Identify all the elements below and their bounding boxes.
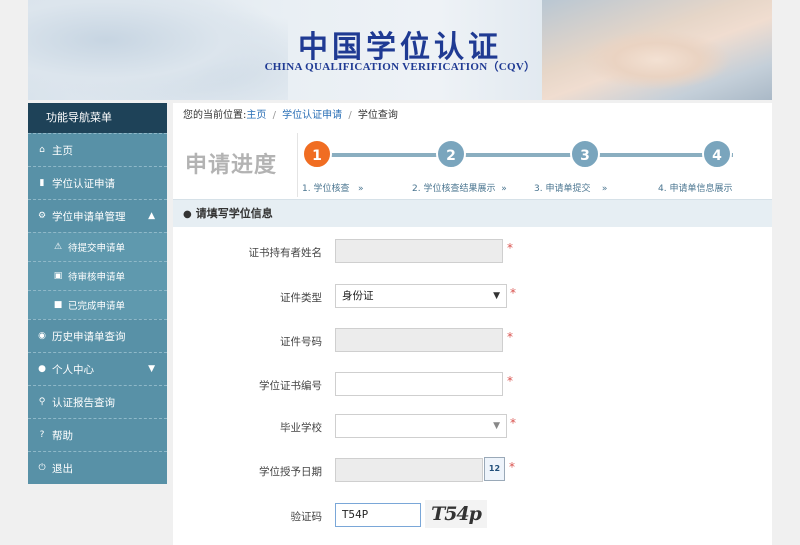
id-type-select[interactable]: 身份证 ▼ — [335, 284, 507, 308]
form-row-id-number: 证件号码 * — [173, 327, 772, 355]
step-2-label: 2. 学位核查结果展示 » — [412, 184, 507, 194]
holder-name-field[interactable] — [335, 239, 503, 263]
sidebar-header: 功能导航菜单 — [28, 103, 167, 133]
captcha-input[interactable] — [335, 503, 421, 527]
main-content: 您的当前位置:主页 / 学位认证申请 / 学位查询 申请进度 1 2 3 4 1… — [173, 103, 772, 545]
user-icon: ● — [38, 364, 46, 374]
cert-number-label: 学位证书编号 — [259, 380, 322, 392]
step-3-circle: 3 — [570, 139, 600, 169]
school-select[interactable]: ▼ — [335, 414, 507, 438]
camera-icon: ◉ — [38, 331, 46, 341]
step-1-label: 1. 学位核查 » — [302, 184, 364, 194]
form-row-captcha: 验证码 T54p — [173, 500, 772, 530]
breadcrumb-current: 学位查询 — [357, 110, 398, 121]
step-3-label: 3. 申请单提交 » — [534, 184, 608, 194]
breadcrumb-prefix: 您的当前位置: — [183, 110, 247, 121]
sidebar-item-history[interactable]: ◉ 历史申请单查询 — [28, 319, 167, 352]
chevron-down-icon: ▼ — [148, 364, 155, 374]
id-type-label: 证件类型 — [280, 292, 322, 304]
grant-date-label: 学位授予日期 — [259, 466, 322, 478]
sidebar-item-label: 学位申请单管理 — [52, 210, 126, 223]
step-4-circle: 4 — [702, 139, 732, 169]
sidebar-item-label: 主页 — [52, 144, 73, 157]
progress-panel: 申请进度 1 2 3 4 1. 学位核查 » 2. 学位核查结果展示 » 3. … — [173, 129, 772, 199]
required-mark: * — [509, 460, 515, 474]
cert-number-field[interactable] — [335, 372, 503, 396]
sidebar-item-degree-apply[interactable]: ▮ 学位认证申请 — [28, 166, 167, 199]
breadcrumb-apply-link[interactable]: 学位认证申请 — [282, 110, 342, 121]
progress-title: 申请进度 — [185, 153, 278, 178]
breadcrumb-separator: / — [348, 110, 352, 121]
required-mark: * — [510, 416, 516, 430]
holder-name-label: 证书持有者姓名 — [248, 247, 323, 259]
sidebar-item-label: 帮助 — [52, 429, 73, 442]
step-2-circle: 2 — [436, 139, 466, 169]
breadcrumb-home-link[interactable]: 主页 — [246, 110, 266, 121]
captcha-label: 验证码 — [290, 511, 323, 523]
form-row-id-type: 证件类型 身份证 ▼ * — [173, 283, 772, 311]
sidebar-item-label: 个人中心 — [52, 363, 94, 376]
cart-icon: ▣ — [53, 271, 63, 281]
chevron-down-icon: ▼ — [493, 291, 500, 301]
home-icon: ⌂ — [39, 145, 45, 155]
required-mark: * — [507, 374, 513, 388]
gear-icon: ⚙ — [37, 211, 47, 221]
header-banner: 中国学位认证 CHINA QUALIFICATION VERIFICATION（… — [28, 0, 772, 100]
sidebar-item-label: 退出 — [52, 462, 73, 475]
required-mark: * — [510, 286, 516, 300]
chevron-up-icon: ▲ — [148, 211, 155, 221]
site-subtitle: CHINA QUALIFICATION VERIFICATION（CQV） — [264, 61, 536, 73]
step-1-circle: 1 — [302, 139, 332, 169]
form-row-holder-name: 证书持有者姓名 * — [173, 238, 772, 266]
id-number-label: 证件号码 — [280, 336, 322, 348]
sidebar-item-label: 学位认证申请 — [52, 177, 115, 190]
id-type-value: 身份证 — [342, 290, 374, 302]
required-mark: * — [507, 330, 513, 344]
grant-date-field[interactable] — [335, 458, 483, 482]
section-header: ● 请填写学位信息 — [173, 199, 772, 227]
required-mark: * — [507, 241, 513, 255]
sidebar-item-label: 认证报告查询 — [52, 396, 115, 409]
school-label: 毕业学校 — [280, 422, 322, 434]
document-icon: ▮ — [39, 178, 45, 188]
progress-track — [318, 153, 733, 157]
briefcase-icon: ■ — [53, 300, 63, 310]
warning-icon: ⚠ — [53, 242, 63, 252]
sidebar-item-label: 历史申请单查询 — [52, 330, 126, 343]
sidebar-item-pending-review[interactable]: ▣ 待审核申请单 — [28, 261, 167, 290]
sidebar-item-help[interactable]: ? 帮助 — [28, 418, 167, 451]
search-icon: ⚲ — [38, 397, 46, 407]
calendar-icon[interactable]: 12 — [484, 457, 505, 481]
breadcrumb: 您的当前位置:主页 / 学位认证申请 / 学位查询 — [173, 103, 772, 129]
sidebar-item-label: 待审核申请单 — [68, 272, 126, 283]
sidebar-item-report-query[interactable]: ⚲ 认证报告查询 — [28, 385, 167, 418]
section-title: 请填写学位信息 — [195, 207, 273, 220]
sidebar-item-logout[interactable]: ⏻ 退出 — [28, 451, 167, 484]
captcha-image[interactable]: T54p — [425, 500, 487, 528]
step-4-label: 4. 申请单信息展示 — [658, 184, 733, 194]
form-row-cert-number: 学位证书编号 * — [173, 371, 772, 399]
sidebar-item-label: 已完成申请单 — [68, 301, 126, 312]
sidebar-item-personal-center[interactable]: ● 个人中心 ▼ — [28, 352, 167, 385]
breadcrumb-separator: / — [272, 110, 276, 121]
form-row-grant-date: 学位授予日期 12 * — [173, 457, 772, 485]
help-icon: ? — [39, 430, 45, 440]
chevron-down-icon: ▼ — [493, 421, 500, 431]
sidebar-item-application-manage[interactable]: ⚙ 学位申请单管理 ▲ — [28, 199, 167, 232]
power-icon: ⏻ — [38, 463, 46, 473]
sidebar-item-label: 待提交申请单 — [68, 243, 126, 254]
id-number-field[interactable] — [335, 328, 503, 352]
sidebar-nav: 功能导航菜单 ⌂ 主页 ▮ 学位认证申请 ⚙ 学位申请单管理 ▲ ⚠ 待提交申请… — [28, 103, 167, 484]
user-icon: ● — [183, 209, 192, 220]
sidebar-item-pending-submit[interactable]: ⚠ 待提交申请单 — [28, 232, 167, 261]
sidebar-item-home[interactable]: ⌂ 主页 — [28, 133, 167, 166]
form-row-school: 毕业学校 ▼ * — [173, 413, 772, 441]
sidebar-item-completed[interactable]: ■ 已完成申请单 — [28, 290, 167, 319]
progress-steps: 1 2 3 4 1. 学位核查 » 2. 学位核查结果展示 » 3. 申请单提交… — [297, 133, 769, 197]
